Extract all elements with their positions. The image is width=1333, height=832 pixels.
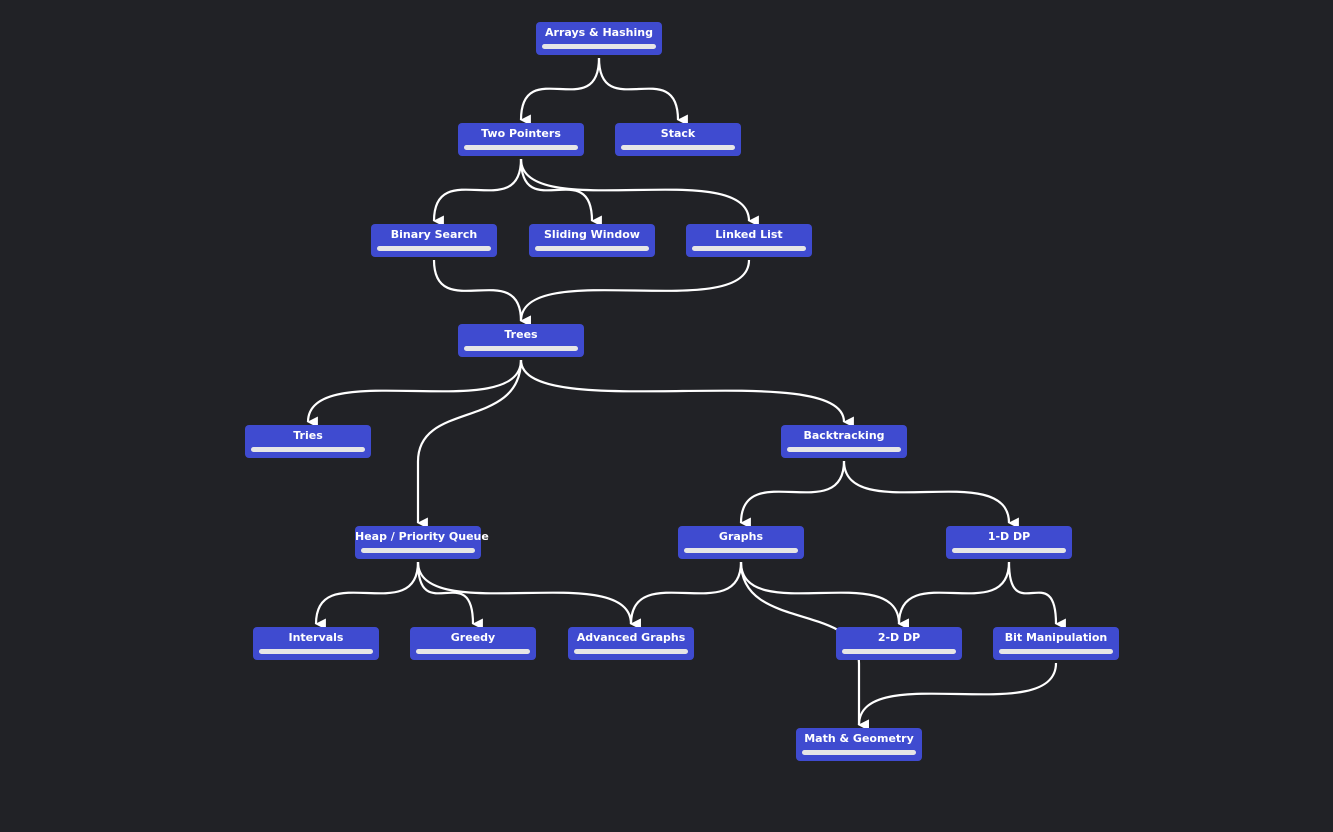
node-stack[interactable]: Stack [615, 123, 741, 156]
node-sliding[interactable]: Sliding Window [529, 224, 655, 257]
progress-bar [621, 145, 735, 150]
node-label: Bit Manipulation [1004, 631, 1108, 644]
progress-bar [464, 145, 578, 150]
node-label: Linked List [715, 228, 783, 241]
node-trees[interactable]: Trees [458, 324, 584, 357]
node-label: Trees [504, 328, 538, 341]
edge-arrays-to-stack [597, 57, 688, 126]
progress-bar [251, 447, 365, 452]
node-greedy[interactable]: Greedy [410, 627, 536, 660]
edge-trees-to-tries [306, 359, 523, 428]
node-label: Intervals [288, 631, 344, 644]
node-linked[interactable]: Linked List [686, 224, 812, 257]
progress-bar [542, 44, 656, 49]
progress-bar [952, 548, 1066, 553]
node-label: Advanced Graphs [576, 631, 686, 644]
node-label: Backtracking [803, 429, 885, 442]
progress-bar [999, 649, 1113, 654]
edge-dp1-to-bit [1007, 561, 1066, 630]
progress-bar [535, 246, 649, 251]
roadmap-canvas: Arrays & Hashing Two Pointers Stack Bina… [0, 0, 1333, 832]
progress-bar [787, 447, 901, 452]
progress-bar [802, 750, 916, 755]
node-math[interactable]: Math & Geometry [796, 728, 922, 761]
node-label: Tries [293, 429, 323, 442]
edge-bit-to-math [857, 662, 1058, 731]
edge-linked-to-trees [519, 259, 751, 327]
edge-binsearch-to-trees [432, 259, 531, 327]
progress-bar [574, 649, 688, 654]
progress-bar [842, 649, 956, 654]
edge-arrays-to-twoptr [519, 57, 601, 126]
node-advgraphs[interactable]: Advanced Graphs [568, 627, 694, 660]
node-tries[interactable]: Tries [245, 425, 371, 458]
edge-backtracking-to-graphs [739, 460, 846, 529]
node-intervals[interactable]: Intervals [253, 627, 379, 660]
node-label: 1-D DP [987, 530, 1031, 543]
edge-trees-to-backtracking [519, 359, 854, 428]
edge-graphs-to-advgraphs [629, 561, 743, 630]
progress-bar [684, 548, 798, 553]
progress-bar [377, 246, 491, 251]
node-label: Greedy [450, 631, 496, 644]
node-label: Stack [660, 127, 696, 140]
node-label: Graphs [718, 530, 764, 543]
progress-bar [361, 548, 475, 553]
node-dp2[interactable]: 2-D DP [836, 627, 962, 660]
edge-twoptr-to-binsearch [432, 158, 523, 227]
node-label: Sliding Window [544, 228, 640, 241]
node-label: 2-D DP [877, 631, 921, 644]
edge-heap-to-intervals [314, 561, 420, 630]
node-twoptr[interactable]: Two Pointers [458, 123, 584, 156]
node-arrays[interactable]: Arrays & Hashing [536, 22, 662, 55]
node-label: Binary Search [390, 228, 478, 241]
edge-backtracking-to-dp1 [842, 460, 1019, 529]
node-label: Two Pointers [481, 127, 561, 140]
node-label: Heap / Priority Queue [355, 530, 489, 543]
progress-bar [464, 346, 578, 351]
node-bit[interactable]: Bit Manipulation [993, 627, 1119, 660]
node-label: Math & Geometry [804, 732, 914, 745]
node-label: Arrays & Hashing [545, 26, 653, 39]
edge-graphs-to-dp2 [739, 561, 909, 630]
progress-bar [416, 649, 530, 654]
node-heap[interactable]: Heap / Priority Queue [355, 526, 489, 559]
node-dp1[interactable]: 1-D DP [946, 526, 1072, 559]
edge-trees-to-heap [416, 359, 523, 529]
node-backtracking[interactable]: Backtracking [781, 425, 907, 458]
edge-dp1-to-dp2 [897, 561, 1011, 630]
progress-bar [692, 246, 806, 251]
progress-bar [259, 649, 373, 654]
node-binsearch[interactable]: Binary Search [371, 224, 497, 257]
node-graphs[interactable]: Graphs [678, 526, 804, 559]
